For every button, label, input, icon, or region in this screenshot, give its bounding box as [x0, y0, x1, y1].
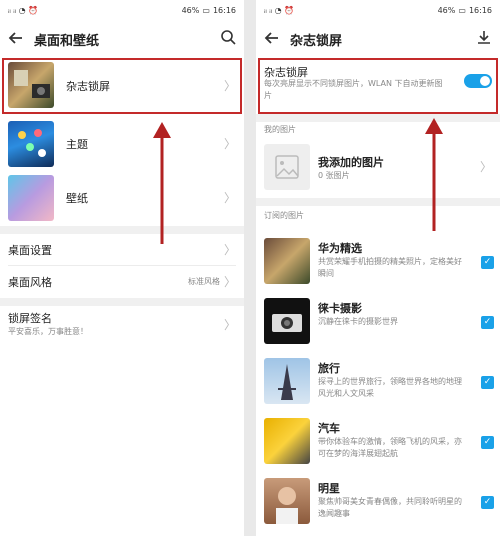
- subscription-item[interactable]: 徕卡摄影 沉静在徕卡的摄影世界 ✓: [256, 294, 500, 352]
- back-arrow-icon[interactable]: [264, 30, 280, 49]
- lockscreen-signature-label: 锁屏签名: [8, 312, 52, 325]
- menu-item-lockscreen-signature[interactable]: 锁屏签名 平安喜乐，万事胜意！ 〉: [0, 306, 244, 346]
- battery-percent: 46%: [181, 5, 200, 15]
- chevron-right-icon: 〉: [223, 137, 236, 151]
- desktop-settings-label: 桌面设置: [8, 244, 52, 257]
- image-placeholder-icon: [264, 144, 310, 190]
- menu-item-label: 壁纸: [66, 192, 88, 205]
- huawei-selection-thumbnail: [264, 238, 310, 284]
- chevron-right-icon: 〉: [223, 275, 236, 289]
- status-bar: ᵢₗ ᵢₗ ◔ ⏰ 46% ▭ 16:16: [0, 0, 244, 20]
- subscription-item[interactable]: 明星 聚焦帅哥美女青春偶像，共同聆听明星的逸闻趣事 ✓: [256, 474, 500, 532]
- right-screen: ᵢₗ ᵢₗ ◔ ⏰ 46% ▭ 16:16 杂志锁屏 杂志锁屏 每次亮屏显示不同…: [256, 0, 500, 536]
- checkbox-checked-icon[interactable]: ✓: [481, 316, 494, 329]
- left-screen: ᵢₗ ᵢₗ ◔ ⏰ 46% ▭ 16:16 桌面和壁纸 杂志锁屏 〉 主题 〉 …: [0, 0, 244, 536]
- subscription-desc: 共赏荣耀手机拍摄的精美照片，定格美好瞬间: [318, 257, 462, 278]
- my-pictures-header: 我的图片: [264, 125, 296, 134]
- page-title: 杂志锁屏: [290, 33, 343, 49]
- theme-thumbnail: [8, 121, 54, 167]
- chevron-right-icon: 〉: [223, 243, 236, 257]
- top-bar: 桌面和壁纸: [0, 20, 244, 58]
- status-time: 16:16: [212, 5, 236, 15]
- checkbox-checked-icon[interactable]: ✓: [481, 436, 494, 449]
- subscription-item[interactable]: 汽车 带你体验车的激情，领略飞机的风采，亦可在梦的海洋展翅起航 ✓: [256, 414, 500, 472]
- checkbox-checked-icon[interactable]: ✓: [481, 376, 494, 389]
- battery-percent: 46%: [437, 5, 456, 15]
- subscription-desc: 聚焦帅哥美女青春偶像，共同聆听明星的逸闻趣事: [318, 497, 462, 518]
- section-separator: [256, 114, 500, 122]
- my-added-pictures-item[interactable]: 我添加的图片 0 张图片 〉: [256, 140, 500, 196]
- subscription-title: 华为精选: [318, 242, 362, 255]
- subscription-item[interactable]: 华为精选 共赏荣耀手机拍摄的精美照片，定格美好瞬间 ✓: [256, 234, 500, 292]
- menu-item-theme[interactable]: 主题 〉: [0, 118, 244, 170]
- subscription-desc: 沉静在徕卡的摄影世界: [318, 317, 398, 326]
- wallpaper-thumbnail: [8, 175, 54, 221]
- checkbox-checked-icon[interactable]: ✓: [481, 256, 494, 269]
- top-bar: 杂志锁屏: [256, 20, 500, 58]
- chevron-right-icon: 〉: [223, 191, 236, 205]
- back-arrow-icon[interactable]: [8, 30, 24, 49]
- car-thumbnail: [264, 418, 310, 464]
- desktop-style-label: 桌面风格: [8, 276, 52, 289]
- my-added-label: 我添加的图片: [318, 156, 384, 169]
- red-arrow-icon: [425, 118, 443, 231]
- subscription-desc: 探寻上的世界旅行，领略世界各地的地理风光和人文风采: [318, 377, 462, 398]
- section-separator: [256, 198, 500, 206]
- chevron-right-icon: 〉: [479, 160, 492, 174]
- status-bar: ᵢₗ ᵢₗ ◔ ⏰ 46% ▭ 16:16: [256, 0, 500, 20]
- leica-thumbnail: [264, 298, 310, 344]
- battery-icon: ▭: [202, 5, 210, 15]
- signal-icons: ᵢₗ ᵢₗ ◔ ⏰: [264, 5, 295, 15]
- celebrity-thumbnail: [264, 478, 310, 524]
- battery-icon: ▭: [458, 5, 466, 15]
- chevron-right-icon: 〉: [223, 318, 236, 332]
- desktop-style-value: 标准风格: [188, 277, 220, 286]
- subscription-title: 明星: [318, 482, 340, 495]
- lockscreen-signature-value: 平安喜乐，万事胜意！: [8, 327, 88, 336]
- subscription-title: 旅行: [318, 362, 340, 375]
- section-separator: [0, 298, 244, 306]
- my-added-count: 0 张图片: [318, 171, 350, 180]
- search-icon[interactable]: [220, 29, 236, 49]
- highlight-box: [258, 58, 498, 114]
- checkbox-checked-icon[interactable]: ✓: [481, 496, 494, 509]
- download-icon[interactable]: [476, 29, 492, 49]
- travel-thumbnail: [264, 358, 310, 404]
- signal-icons: ᵢₗ ᵢₗ ◔ ⏰: [8, 5, 39, 15]
- highlight-box: [2, 58, 242, 114]
- section-separator: [0, 226, 244, 234]
- red-arrow-icon: [153, 122, 171, 244]
- subscription-title: 汽车: [318, 422, 340, 435]
- subscription-desc: 带你体验车的激情，领略飞机的风采，亦可在梦的海洋展翅起航: [318, 437, 462, 458]
- subscription-item[interactable]: 旅行 探寻上的世界旅行，领略世界各地的地理风光和人文风采 ✓: [256, 354, 500, 412]
- subscribed-header: 订阅的图片: [264, 211, 304, 220]
- menu-item-desktop-style[interactable]: 桌面风格 标准风格 〉: [0, 266, 244, 296]
- menu-item-desktop-settings[interactable]: 桌面设置 〉: [0, 234, 244, 264]
- status-time: 16:16: [468, 5, 492, 15]
- page-title: 桌面和壁纸: [34, 33, 100, 49]
- menu-item-wallpaper[interactable]: 壁纸 〉: [0, 172, 244, 224]
- subscription-title: 徕卡摄影: [318, 302, 362, 315]
- menu-item-label: 主题: [66, 138, 88, 151]
